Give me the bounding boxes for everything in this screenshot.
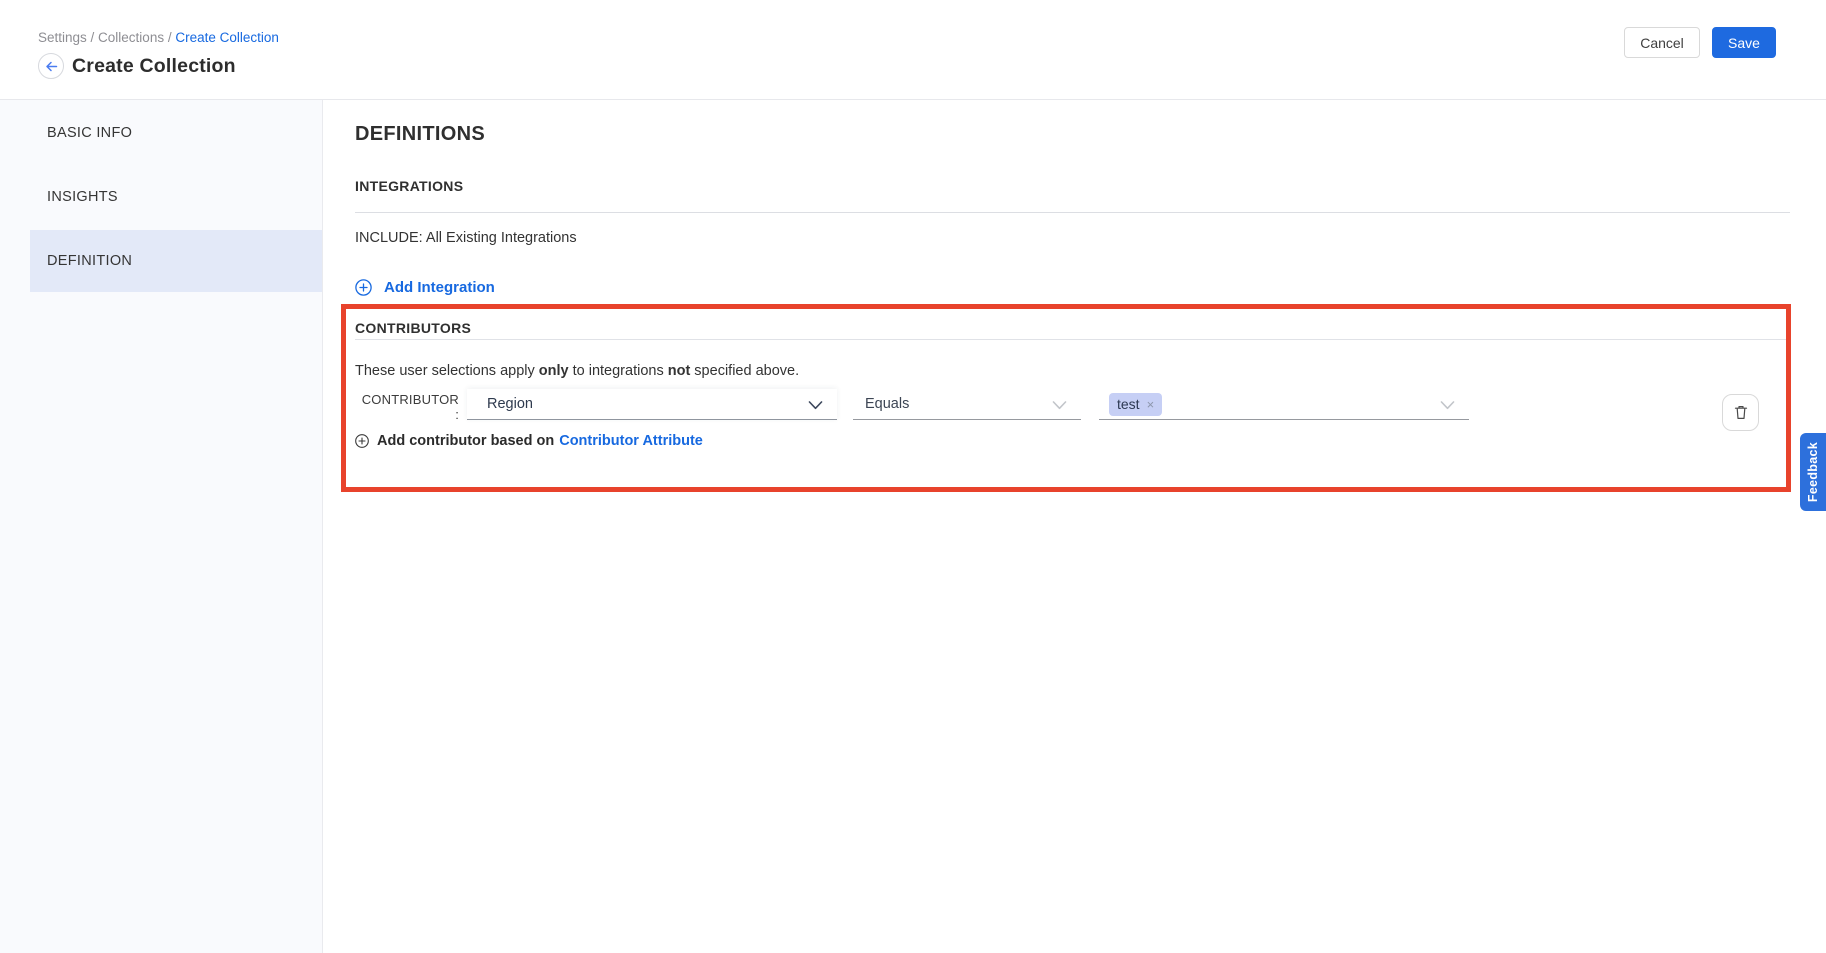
breadcrumb-separator: / — [164, 30, 175, 45]
arrow-left-icon — [45, 61, 58, 72]
chip-remove-icon[interactable]: × — [1147, 397, 1155, 412]
sidebar-item-definition[interactable]: DEFINITION — [30, 230, 322, 292]
breadcrumb-collections[interactable]: Collections — [98, 30, 164, 45]
page-title: Create Collection — [72, 55, 236, 78]
feedback-tab[interactable]: Feedback — [1800, 433, 1826, 511]
note-bold-only: only — [539, 363, 569, 379]
contributor-label-text: CONTRIBUTOR — [362, 392, 459, 407]
breadcrumb: Settings / Collections / Create Collecti… — [38, 30, 1826, 45]
chevron-down-icon — [1052, 401, 1067, 410]
header-actions: Cancel Save — [1624, 27, 1776, 58]
page-header: Settings / Collections / Create Collecti… — [0, 0, 1826, 100]
sidebar-item-basic-info[interactable]: BASIC INFO — [30, 101, 322, 165]
value-chip-label: test — [1117, 396, 1140, 412]
definitions-heading: DEFINITIONS — [355, 122, 1790, 146]
include-integrations-text: INCLUDE: All Existing Integrations — [355, 230, 1790, 247]
plus-circle-icon — [355, 434, 369, 448]
breadcrumb-current[interactable]: Create Collection — [175, 30, 279, 45]
contributors-section-label: CONTRIBUTORS — [355, 320, 1790, 340]
attribute-select[interactable]: Region — [467, 389, 837, 420]
contributor-attribute-link[interactable]: Contributor Attribute — [559, 433, 703, 449]
cancel-button[interactable]: Cancel — [1624, 27, 1700, 58]
save-button[interactable]: Save — [1712, 27, 1776, 58]
layout: BASIC INFO INSIGHTS DEFINITION DEFINITIO… — [0, 100, 1826, 953]
add-contributor-row: Add contributor based on Contributor Att… — [355, 432, 1790, 450]
note-text: specified above. — [690, 363, 799, 379]
contributors-note: These user selections apply only to inte… — [355, 363, 1790, 380]
note-bold-not: not — [668, 363, 691, 379]
integrations-section-label: INTEGRATIONS — [355, 178, 1790, 213]
operator-select-value: Equals — [865, 396, 909, 412]
note-text: These user selections apply — [355, 363, 539, 379]
add-integration-label: Add Integration — [384, 279, 495, 296]
contributor-rule-row: CONTRIBUTOR : Region Equals test × — [355, 389, 1790, 423]
sidebar-item-insights[interactable]: INSIGHTS — [30, 165, 322, 229]
value-chip: test × — [1109, 393, 1162, 416]
breadcrumb-separator: / — [87, 30, 98, 45]
content-area: DEFINITIONS INTEGRATIONS INCLUDE: All Ex… — [323, 100, 1826, 953]
chevron-down-icon — [808, 401, 823, 410]
sidebar: BASIC INFO INSIGHTS DEFINITION — [0, 100, 323, 953]
add-contributor-text: Add contributor based on — [377, 433, 554, 449]
title-row: Create Collection — [38, 53, 1826, 79]
add-integration-button[interactable]: Add Integration — [355, 278, 1790, 296]
breadcrumb-settings[interactable]: Settings — [38, 30, 87, 45]
contributor-label-colon: : — [355, 407, 459, 422]
attribute-select-value: Region — [487, 396, 533, 412]
contributor-row-label: CONTRIBUTOR : — [355, 389, 459, 422]
delete-rule-button[interactable] — [1722, 394, 1759, 431]
feedback-label: Feedback — [1806, 442, 1820, 502]
values-multiselect[interactable]: test × — [1099, 389, 1469, 420]
trash-icon — [1733, 404, 1749, 421]
operator-select[interactable]: Equals — [853, 389, 1081, 420]
plus-circle-icon — [355, 279, 372, 296]
note-text: to integrations — [569, 363, 668, 379]
chevron-down-icon — [1440, 401, 1455, 410]
back-button[interactable] — [38, 53, 64, 79]
